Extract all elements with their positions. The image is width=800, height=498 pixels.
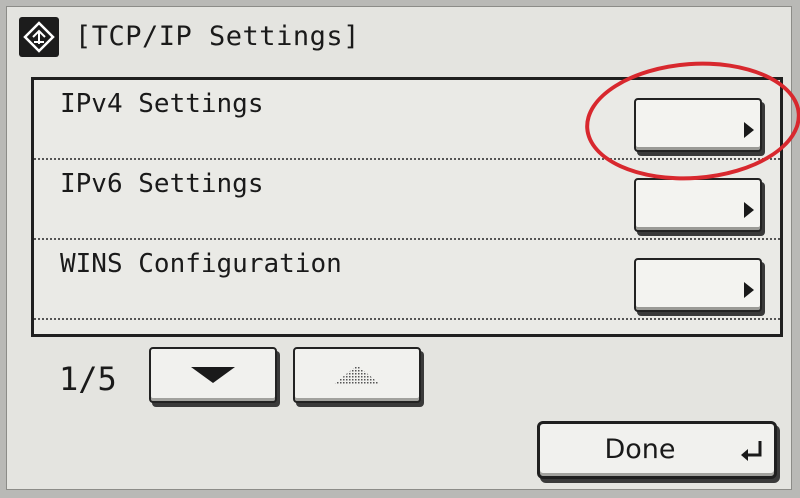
play-arrow-icon: [744, 202, 754, 218]
list-item-label: IPv4 Settings: [60, 89, 264, 119]
done-button[interactable]: Done: [537, 421, 777, 479]
page-indicator: 1/5: [59, 360, 117, 398]
arrow-up-icon: [333, 365, 381, 385]
enter-return-icon: [741, 441, 762, 461]
play-arrow-icon: [744, 282, 754, 298]
list-item-label: IPv6 Settings: [60, 169, 264, 199]
list-item-label: WINS Configuration: [60, 249, 342, 279]
home-icon[interactable]: [19, 17, 59, 57]
list-item-wins: WINS Configuration: [34, 240, 780, 320]
ipv6-settings-button[interactable]: [634, 178, 762, 232]
title-bar: [TCP/IP Settings]: [7, 7, 791, 65]
done-button-label: Done: [604, 434, 676, 465]
arrow-down-icon: [191, 367, 235, 383]
page-title: [TCP/IP Settings]: [75, 21, 360, 52]
prev-page-button[interactable]: [293, 347, 421, 403]
next-page-button[interactable]: [149, 347, 277, 403]
wins-configuration-button[interactable]: [634, 258, 762, 312]
device-screen: [TCP/IP Settings] IPv4 Settings IPv6 Set…: [6, 6, 800, 490]
